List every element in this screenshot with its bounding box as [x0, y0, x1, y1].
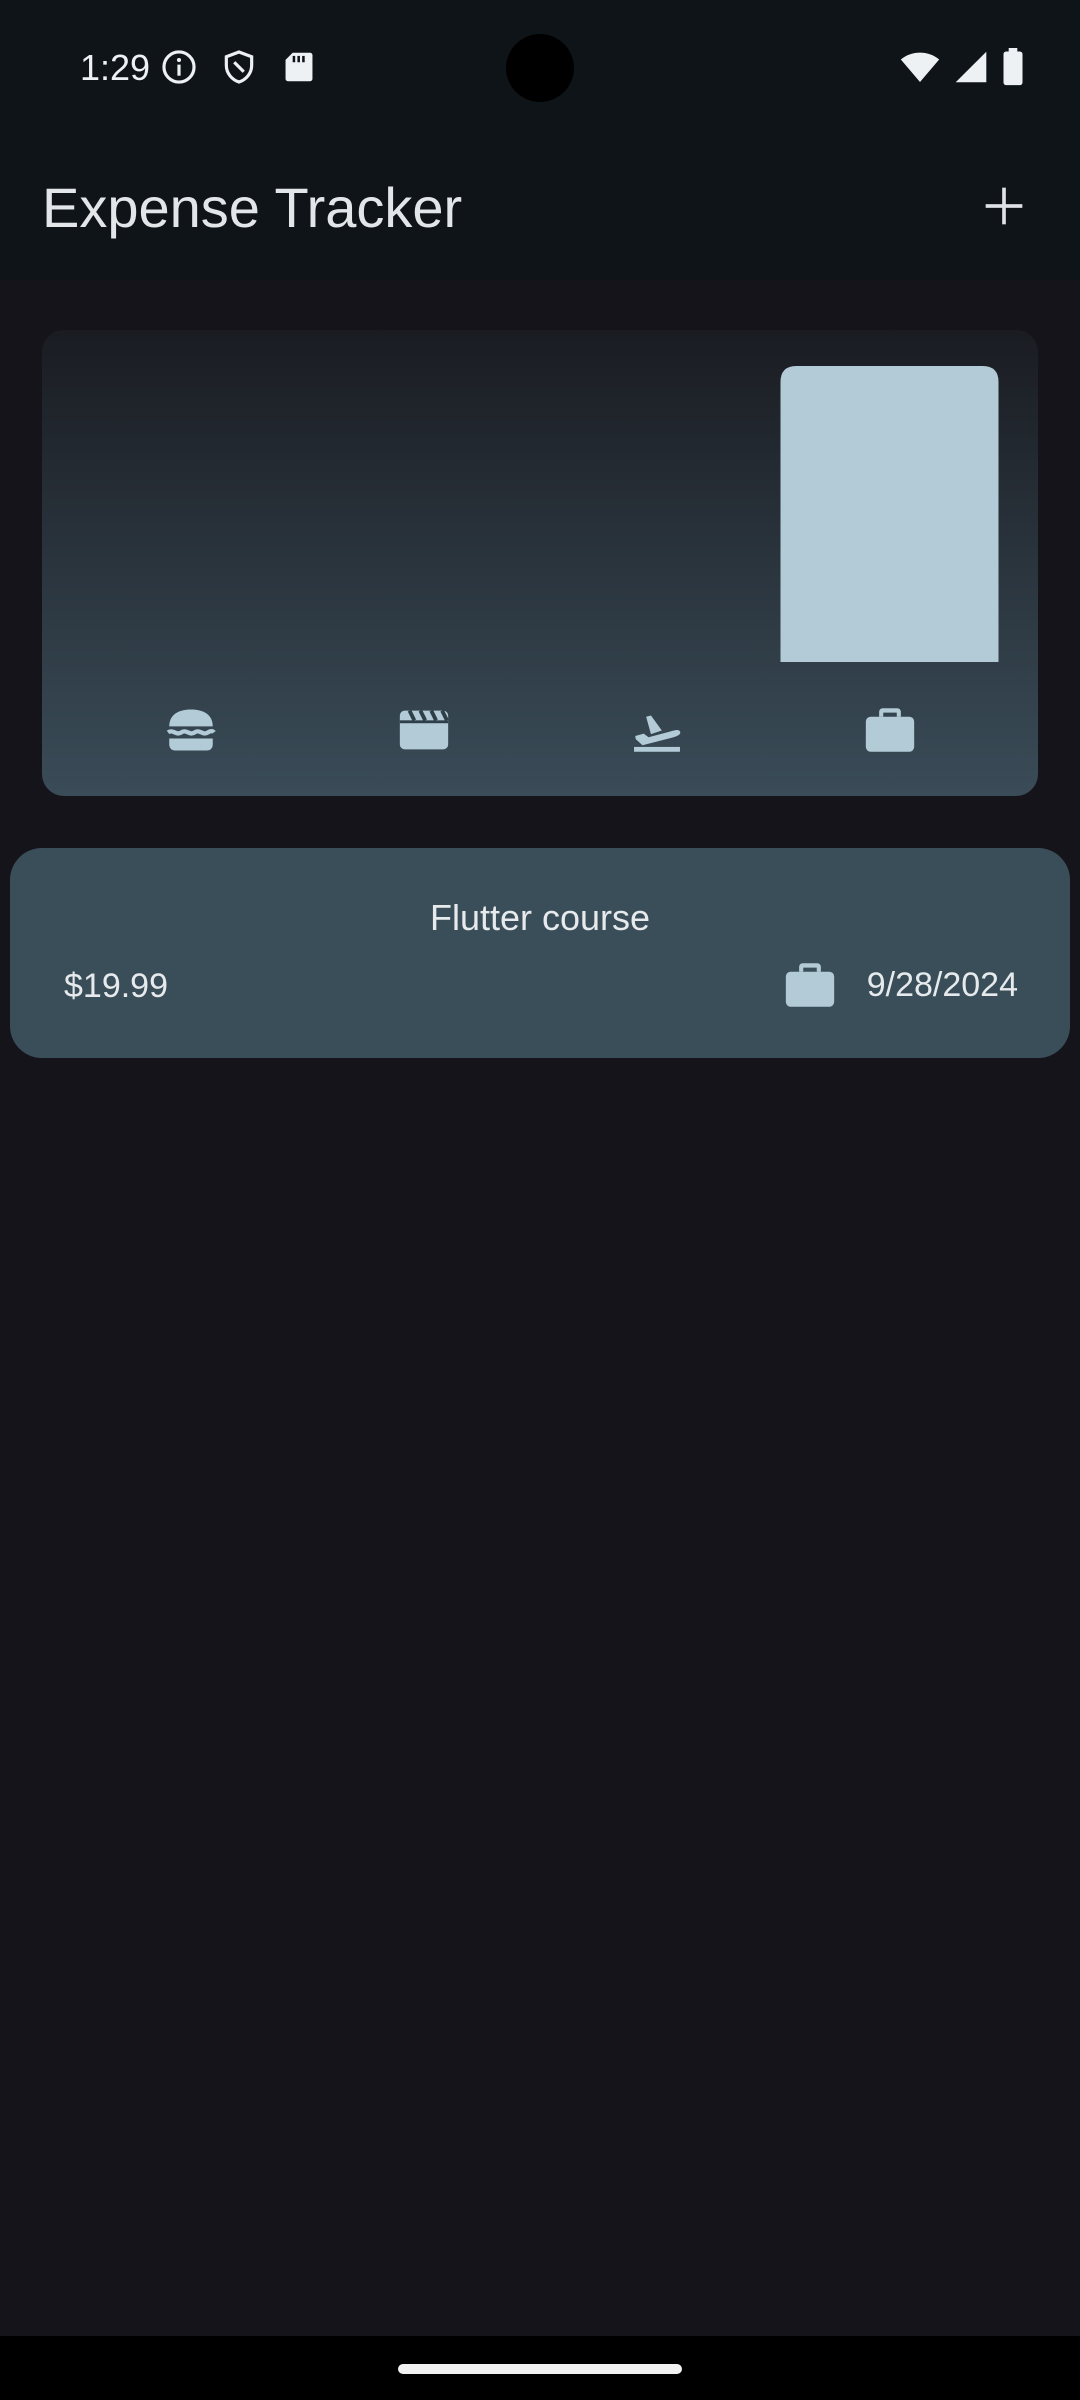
- app-bar: Expense Tracker: [0, 136, 1080, 280]
- signal-icon: [954, 50, 988, 84]
- burger-icon: [162, 701, 220, 759]
- navigation-bar: [0, 2336, 1080, 2400]
- chart-category-travel: [540, 690, 773, 770]
- chart-category-food: [74, 690, 307, 770]
- chart-bar-shape: [780, 366, 999, 662]
- briefcase-icon: [781, 956, 839, 1014]
- chart-bar-work: [780, 366, 999, 662]
- chart-bars: [780, 366, 999, 662]
- expense-tracker-screen: 1:29 Expense Tracker Flutter course $19.…: [0, 0, 1080, 2400]
- page-title: Expense Tracker: [42, 176, 463, 239]
- status-time: 1:29: [80, 47, 151, 88]
- expense-amount: $19.99: [64, 967, 168, 1005]
- plus-icon: [982, 184, 1026, 233]
- expense-meta: 9/28/2024: [781, 956, 1018, 1014]
- chart-plot-area: [74, 366, 1006, 662]
- status-system-icons: [900, 48, 1024, 86]
- expense-chart: [42, 330, 1038, 796]
- expense-date: 9/28/2024: [866, 966, 1018, 1004]
- list-item[interactable]: Flutter course $19.99 9/28/2024: [10, 848, 1070, 1058]
- shield-icon: [220, 48, 258, 86]
- home-indicator[interactable]: [398, 2364, 682, 2374]
- sd-card-icon: [280, 48, 318, 86]
- add-expense-button[interactable]: [962, 166, 1046, 250]
- status-bar: 1:29: [0, 0, 1080, 136]
- briefcase-icon: [861, 701, 919, 759]
- chart-category-leisure: [307, 690, 540, 770]
- expense-title: Flutter course: [429, 897, 651, 938]
- wifi-icon: [900, 50, 940, 84]
- chart-category-icons: [74, 690, 1006, 770]
- chart-category-work: [773, 690, 1006, 770]
- info-icon: [160, 48, 198, 86]
- camera-cutout: [506, 34, 574, 102]
- status-notification-icons: [160, 48, 318, 86]
- clapperboard-icon: [395, 701, 453, 759]
- flight-takeoff-icon: [628, 701, 686, 759]
- battery-icon: [1002, 48, 1024, 86]
